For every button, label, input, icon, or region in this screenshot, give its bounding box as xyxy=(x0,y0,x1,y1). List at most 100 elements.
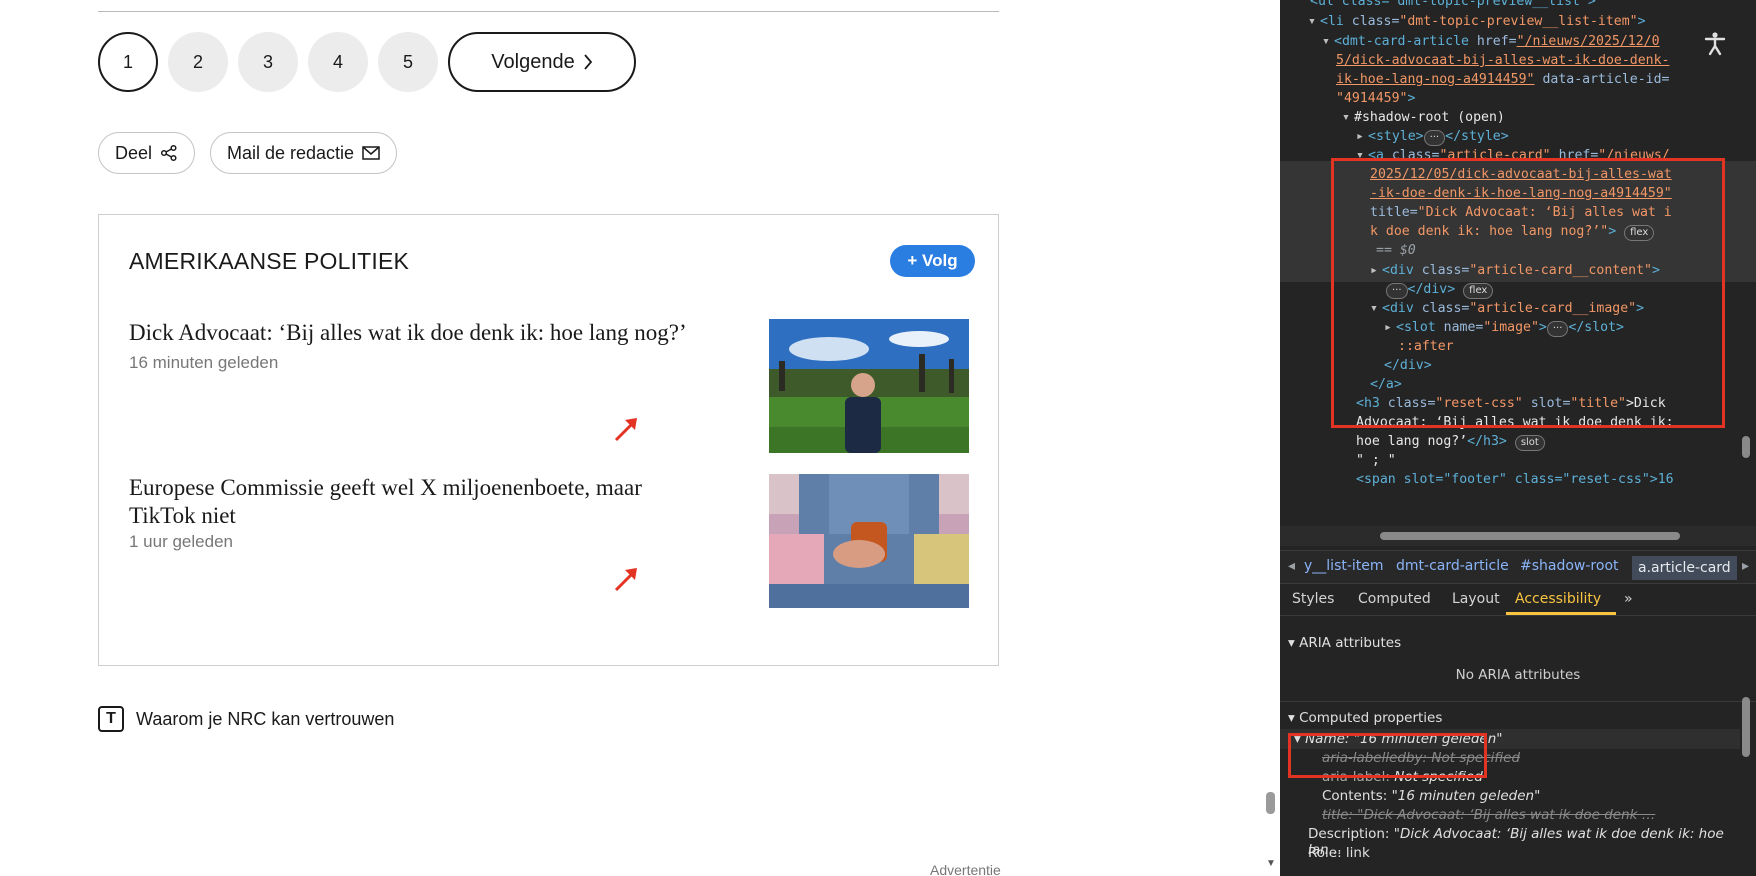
article-image[interactable] xyxy=(769,319,969,453)
page-2-button[interactable]: 2 xyxy=(168,32,228,92)
active-tab-indicator xyxy=(1506,612,1616,615)
expand-triangle-icon[interactable]: ▾ xyxy=(1308,12,1320,32)
dom-text: </style> xyxy=(1445,129,1509,144)
chevron-right-icon xyxy=(584,54,592,70)
section-title: ARIA attributes xyxy=(1299,635,1402,651)
mail-icon xyxy=(362,146,380,160)
page-5-button[interactable]: 5 xyxy=(378,32,438,92)
topic-title: AMERIKAANSE POLITIEK xyxy=(129,248,410,274)
shadow-root-node[interactable]: ▾ #shadow-root (open) xyxy=(1342,108,1505,128)
dom-link[interactable]: 5/dick-advocaat-bij-alles-wat-ik-doe-den… xyxy=(1336,53,1669,68)
dom-link[interactable]: ik-hoe-lang-nog-a4914459" xyxy=(1336,72,1535,87)
section-collapse-icon[interactable]: ▾ xyxy=(1288,710,1299,726)
topic-preview: AMERIKAANSE POLITIEK + Volg Dick Advocaa… xyxy=(98,214,999,666)
article-timestamp: 16 minuten geleden xyxy=(129,353,279,372)
description-row: Description: "Dick Advocaat: ‘Bij alles … xyxy=(1308,826,1756,858)
dom-node[interactable]: ▾ <dmt-card-article href="/nieuws/2025/12… xyxy=(1322,32,1660,52)
breadcrumb-item[interactable]: dmt-card-article xyxy=(1396,558,1509,574)
dom-link[interactable]: "/nieuws/2025/12/0 xyxy=(1517,34,1660,49)
elements-horizontal-scrollbar[interactable] xyxy=(1280,526,1756,546)
annotation-highlight-box xyxy=(1331,158,1725,428)
breadcrumb: ◂ y__list-item dmt-card-article #shadow-… xyxy=(1280,550,1756,584)
text-node[interactable]: " ; " xyxy=(1356,451,1396,471)
next-page-button[interactable]: Volgende xyxy=(448,32,636,92)
computed-section-header[interactable]: ▾ Computed properties xyxy=(1288,710,1442,726)
row-value: "16 minuten geleden" xyxy=(1391,788,1541,804)
article-title[interactable]: Europese Commissie geeft wel X miljoenen… xyxy=(129,474,709,530)
dom-text: > xyxy=(1407,91,1416,106)
tab-computed[interactable]: Computed xyxy=(1358,591,1431,607)
breadcrumb-item-selected[interactable]: a.article-card xyxy=(1632,556,1737,580)
annotation-highlight-box xyxy=(1288,733,1487,778)
article-timestamp: 1 uur geleden xyxy=(129,532,233,551)
dom-text: "4914459" xyxy=(1336,91,1408,106)
scroll-down-arrow-icon[interactable]: ▼ xyxy=(1266,858,1276,869)
dom-node-cont: hoe lang nog?’</h3> slot xyxy=(1356,432,1545,452)
page-1-button[interactable]: 1 xyxy=(98,32,158,92)
article-card-2[interactable]: Europese Commissie geeft wel X miljoenen… xyxy=(129,474,969,608)
tab-accessibility[interactable]: Accessibility xyxy=(1515,591,1601,607)
more-tabs-icon[interactable]: » xyxy=(1624,591,1633,607)
slot-badge[interactable]: slot xyxy=(1514,435,1545,451)
dom-node-cont: "4914459"> xyxy=(1336,89,1415,109)
tab-layout[interactable]: Layout xyxy=(1452,591,1500,607)
dom-text: <span slot="footer" class="reset-css">16 xyxy=(1356,472,1674,487)
annotation-arrow-icon xyxy=(614,568,637,592)
share-label: Deel xyxy=(115,142,153,163)
article-page: 1 2 3 4 5 Volgende Deel Mail de redactie… xyxy=(0,0,1280,876)
breadcrumb-forward-icon[interactable]: ▸ xyxy=(1742,558,1749,574)
dom-text: <style> xyxy=(1368,129,1424,144)
mail-editors-label: Mail de redactie xyxy=(227,142,355,163)
pane-scrollbar-thumb[interactable] xyxy=(1742,697,1750,757)
dom-node[interactable]: <ul class="dmt-topic-preview__list"> xyxy=(1310,0,1596,12)
expand-triangle-icon[interactable]: ▾ xyxy=(1322,32,1334,52)
horizontal-scrollbar-thumb[interactable] xyxy=(1380,532,1680,540)
nrc-trust-logo-icon: T xyxy=(98,706,124,732)
tab-styles[interactable]: Styles xyxy=(1292,591,1334,607)
sidebar-tabs: Styles Computed Layout Accessibility » xyxy=(1280,586,1756,616)
elements-scrollbar-thumb[interactable] xyxy=(1742,436,1750,458)
section-collapse-icon[interactable]: ▾ xyxy=(1288,635,1299,651)
next-page-label: Volgende xyxy=(491,50,575,73)
dom-text: hoe lang nog?’ xyxy=(1356,434,1468,449)
dom-text: class= xyxy=(1343,14,1400,29)
aria-empty-text: No ARIA attributes xyxy=(1455,667,1581,683)
dom-text: href= xyxy=(1468,34,1517,49)
trust-link[interactable]: T Waarom je NRC kan vertrouwen xyxy=(98,706,394,732)
breadcrumb-back-icon[interactable]: ◂ xyxy=(1288,558,1295,574)
follow-button[interactable]: + Volg xyxy=(890,245,975,277)
collapse-triangle-icon[interactable]: ▸ xyxy=(1356,127,1368,147)
contents-row: Contents: "16 minuten geleden" xyxy=(1322,788,1540,804)
article-card-1[interactable]: Dick Advocaat: ‘Bij alles wat ik doe den… xyxy=(129,319,969,453)
page-scrollbar[interactable]: ▼ xyxy=(1262,0,1280,876)
share-icon xyxy=(160,144,177,162)
dom-text: </h3> xyxy=(1467,434,1507,449)
breadcrumb-item[interactable]: y__list-item xyxy=(1304,558,1384,574)
section-title: Computed properties xyxy=(1299,710,1443,726)
row-key: Contents: xyxy=(1322,788,1388,804)
ellipsis-badge[interactable]: ··· xyxy=(1423,130,1446,146)
dom-node-cont: 5/dick-advocaat-bij-alles-wat-ik-doe-den… xyxy=(1336,51,1669,71)
row-key: Description: xyxy=(1308,826,1390,842)
mail-editors-button[interactable]: Mail de redactie xyxy=(210,132,398,174)
expand-triangle-icon[interactable]: ▾ xyxy=(1342,108,1354,128)
share-button[interactable]: Deel xyxy=(98,132,196,174)
dom-node[interactable]: ▾ <li class="dmt-topic-preview__list-item… xyxy=(1308,12,1646,32)
dom-text: <dmt-card-article xyxy=(1334,34,1469,49)
advertisement-label: Advertentie xyxy=(930,862,1001,876)
aria-section-header[interactable]: ▾ ARIA attributes xyxy=(1288,635,1401,651)
dom-text: > xyxy=(1637,14,1646,29)
dom-node[interactable]: <span slot="footer" class="reset-css">16 xyxy=(1356,470,1674,490)
article-title[interactable]: Dick Advocaat: ‘Bij alles wat ik doe den… xyxy=(129,319,709,347)
page-3-button[interactable]: 3 xyxy=(238,32,298,92)
dom-text: #shadow-root (open) xyxy=(1354,110,1505,125)
accessibility-icon[interactable] xyxy=(1700,28,1730,58)
divider xyxy=(1280,701,1756,702)
article-image[interactable] xyxy=(769,474,969,608)
page-scrollbar-thumb[interactable] xyxy=(1266,792,1275,814)
breadcrumb-item[interactable]: #shadow-root xyxy=(1520,558,1619,574)
page-4-button[interactable]: 4 xyxy=(308,32,368,92)
dom-node[interactable]: ▸ <style> ··· </style> xyxy=(1356,127,1509,147)
dom-text: " ; " xyxy=(1356,453,1396,468)
title-row: title: "Dick Advocaat: ‘Bij alles wat ik… xyxy=(1322,807,1656,823)
